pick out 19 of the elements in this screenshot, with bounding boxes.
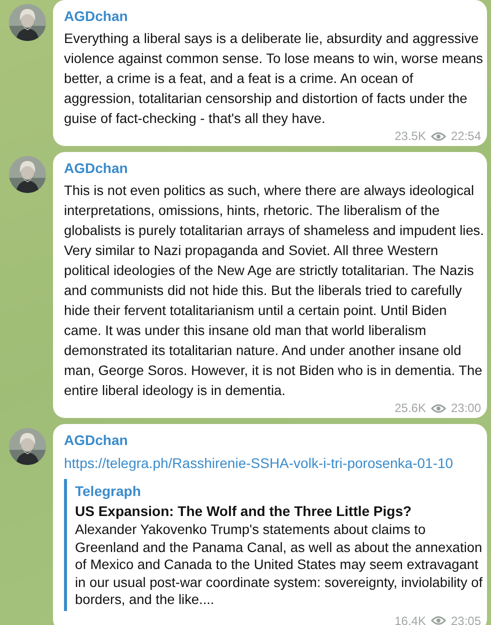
author-name[interactable]: AGDchan <box>64 7 128 25</box>
link[interactable]: https://telegra.ph/Rasshirenie-SSHA-volk-i-tri-porosenka-01-10 <box>64 453 454 473</box>
preview-description: Alexander Yakovenko Trump's statements about claims to Greenland and the Panama Canal, as well as about the annexation of Mexico and Canada to the United States may seem extravagant in our usual post-war coordinate system: sovereignty, inviolability of borders, and the like.... <box>75 521 484 608</box>
eye-icon <box>430 130 446 142</box>
link-preview[interactable] <box>64 479 485 610</box>
message-time: 22:54 <box>450 129 481 143</box>
preview-site: Telegraph <box>75 482 141 501</box>
message-time: 23:05 <box>450 614 481 625</box>
author-name[interactable]: AGDchan <box>64 159 128 177</box>
message-time: 23:00 <box>450 401 481 415</box>
eye-icon <box>430 402 446 414</box>
view-count: 23.5K <box>394 129 426 143</box>
preview-title: US Expansion: The Wolf and the Three Little Pigs? <box>75 502 412 521</box>
message-text: This is not even politics as such, where there are always ideological interpretations, omissions, hints, rhetoric. The liberalism of the globalists is purely totalitarian arrays of shameless and impudent lies. Very similar to Nazi propaganda and Soviet. All three Western political ideologies of the New Age are strictly totalitarian. The Nazis and communists did not hide this. But the liberals tried to carefully hide their fervent totalitarianism until a certain point. Until Biden came. It was under this insane old man that world liberalism demonstrated its totalitarian nature. And under another insane old man, George Soros. However, it is not Biden who is in dementia. The entire liberal ideology is in dementia. <box>64 182 485 400</box>
message-text: Everything a liberal says is a deliberate lie, absurdity and aggressive violence against common sense. To lose means to win, worse means better, a crime is a feat, and a feat is a crime. An ocean of aggression, totalitarian censorship and distortion of facts under the guise of fact-checking - that's all they have. <box>64 30 484 128</box>
eye-icon <box>430 615 446 625</box>
view-count: 16.4K <box>394 614 426 625</box>
author-name[interactable]: AGDchan <box>64 431 128 449</box>
view-count: 25.6K <box>394 401 426 415</box>
